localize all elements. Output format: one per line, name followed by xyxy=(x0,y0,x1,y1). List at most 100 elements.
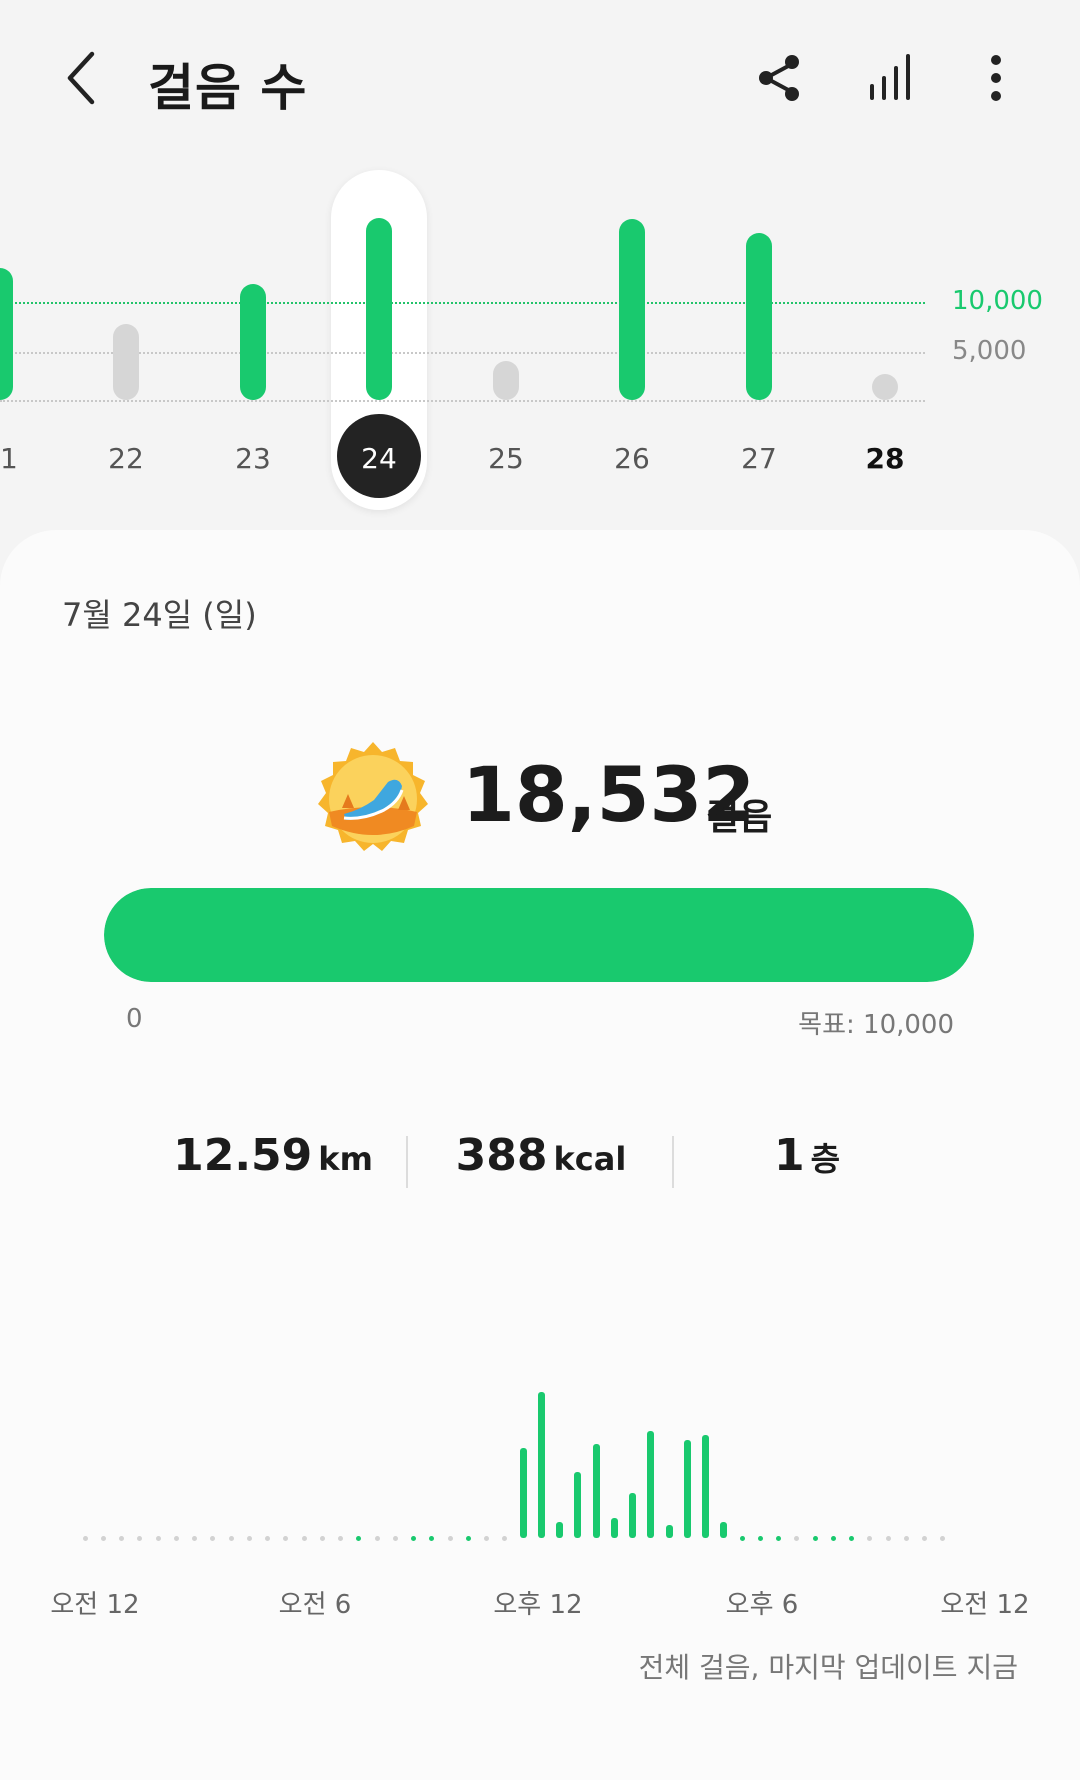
day-label-22[interactable]: 22 xyxy=(86,442,166,475)
hourly-bar xyxy=(683,1440,691,1538)
hourly-dot xyxy=(465,1535,471,1541)
hourly-steps-chart[interactable]: 오전 12 오전 6 오후 12 오후 6 오전 12 xyxy=(0,1290,1080,1620)
day-bar-23[interactable] xyxy=(240,284,266,400)
hourly-dot xyxy=(447,1535,453,1541)
hourly-axis-label: 오전 12 xyxy=(50,1590,140,1620)
hourly-dot xyxy=(812,1535,818,1541)
hourly-bar xyxy=(702,1434,709,1538)
goal-progress-fill xyxy=(104,888,974,982)
goal-progress-bar xyxy=(104,888,974,982)
day-label-28[interactable]: 28 xyxy=(845,442,925,475)
distance-stat: 12.59 km xyxy=(140,1130,406,1181)
hourly-bar xyxy=(574,1471,582,1538)
hourly-dot xyxy=(940,1535,946,1541)
stats-row: 12.59 km 388 kcal 1층 xyxy=(140,1130,940,1200)
steps-unit: 걸음 xyxy=(706,797,773,838)
progress-goal-label: 목표: 10,000 xyxy=(798,1010,954,1040)
app-header: 걸음 수 xyxy=(0,0,1080,160)
day-label-21[interactable]: 21 xyxy=(0,442,40,475)
hourly-dot xyxy=(246,1535,252,1541)
goal-gridline xyxy=(0,302,925,304)
hourly-bar xyxy=(665,1525,673,1538)
distance-unit: km xyxy=(318,1140,373,1178)
bar-chart-icon[interactable] xyxy=(864,50,920,106)
more-vert-icon[interactable] xyxy=(968,50,1024,106)
hourly-dot xyxy=(392,1535,398,1541)
hourly-dot xyxy=(283,1535,289,1541)
hourly-axis-label: 오후 6 xyxy=(725,1590,799,1620)
hourly-dot xyxy=(301,1535,307,1541)
hourly-dot xyxy=(228,1535,234,1541)
day-bar-27[interactable] xyxy=(746,233,772,400)
hourly-dot xyxy=(867,1535,873,1541)
selected-date: 7월 24일 (일) xyxy=(62,596,257,634)
hourly-dot xyxy=(885,1535,891,1541)
calories-value: 388 xyxy=(455,1130,548,1181)
zero-gridline xyxy=(0,400,925,402)
hourly-dot xyxy=(265,1535,270,1541)
hourly-dot xyxy=(210,1535,216,1541)
hourly-bar xyxy=(629,1493,636,1538)
hourly-dot xyxy=(137,1535,143,1541)
day-label-26[interactable]: 26 xyxy=(592,442,672,475)
hourly-dot xyxy=(794,1535,800,1541)
distance-value: 12.59 xyxy=(173,1130,313,1181)
hourly-dot xyxy=(757,1535,763,1541)
back-arrow-icon[interactable] xyxy=(62,48,102,108)
hourly-dot xyxy=(849,1535,854,1541)
hourly-dot xyxy=(338,1535,343,1541)
day-bar-24[interactable] xyxy=(366,218,392,400)
day-bar-22[interactable] xyxy=(113,323,139,400)
hourly-axis-label: 오후 12 xyxy=(493,1590,583,1620)
day-bar-25[interactable] xyxy=(493,360,519,400)
hourly-dot xyxy=(776,1535,781,1541)
mid-label: 5,000 xyxy=(952,336,1027,366)
last-updated-note: 전체 걸음, 마지막 업데이트 지금 xyxy=(638,1651,1018,1684)
hourly-dot xyxy=(484,1535,489,1541)
day-label-24[interactable]: 24 xyxy=(339,442,419,475)
progress-min-label: 0 xyxy=(126,1004,143,1034)
hourly-dot xyxy=(922,1535,927,1541)
hourly-bar xyxy=(720,1522,728,1538)
floors-unit: 층 xyxy=(810,1140,841,1178)
floors-stat: 1층 xyxy=(674,1130,940,1181)
calories-stat: 388 kcal xyxy=(408,1130,674,1181)
hourly-dot xyxy=(192,1535,197,1541)
hourly-dot xyxy=(119,1535,124,1541)
hourly-axis-label: 오전 12 xyxy=(940,1590,1030,1620)
hourly-dot xyxy=(82,1535,88,1541)
day-bar-26[interactable] xyxy=(619,218,645,400)
day-label-23[interactable]: 23 xyxy=(213,442,293,475)
goal-label: 10,000 xyxy=(952,286,1043,316)
calories-unit: kcal xyxy=(553,1140,627,1178)
day-bar-28[interactable] xyxy=(872,374,898,400)
day-label-27[interactable]: 27 xyxy=(719,442,799,475)
hourly-dot xyxy=(374,1535,380,1541)
hourly-bar xyxy=(519,1448,527,1538)
floors-value: 1 xyxy=(773,1130,805,1181)
hourly-dot xyxy=(903,1535,909,1541)
goal-medal-icon xyxy=(318,742,428,851)
day-bar-21[interactable] xyxy=(0,267,13,400)
hourly-dot xyxy=(155,1535,161,1541)
share-icon[interactable] xyxy=(752,50,808,106)
hourly-bar xyxy=(592,1444,600,1538)
weekly-steps-chart[interactable]: 10,000 5,000 21 22 23 24 25 26 27 28 xyxy=(0,160,1080,520)
hourly-bar xyxy=(537,1392,545,1538)
hourly-dot xyxy=(319,1535,325,1541)
hourly-dot xyxy=(356,1535,362,1541)
hourly-bar xyxy=(556,1522,563,1538)
page-title: 걸음 수 xyxy=(148,59,308,117)
hourly-dot xyxy=(429,1535,435,1541)
hourly-bar xyxy=(610,1518,618,1538)
hourly-dot xyxy=(173,1535,179,1541)
hourly-dot xyxy=(411,1535,416,1541)
hourly-bar xyxy=(647,1430,655,1538)
hourly-dot xyxy=(830,1535,836,1541)
day-detail-card: 7월 24일 (일) 18,532 걸음 0 목표: 10,000 12.59 k… xyxy=(0,530,1080,1780)
hourly-dot xyxy=(739,1535,745,1541)
hourly-dot xyxy=(100,1535,106,1541)
day-label-25[interactable]: 25 xyxy=(466,442,546,475)
hourly-dot xyxy=(502,1535,508,1541)
hourly-axis-label: 오전 6 xyxy=(278,1590,352,1620)
